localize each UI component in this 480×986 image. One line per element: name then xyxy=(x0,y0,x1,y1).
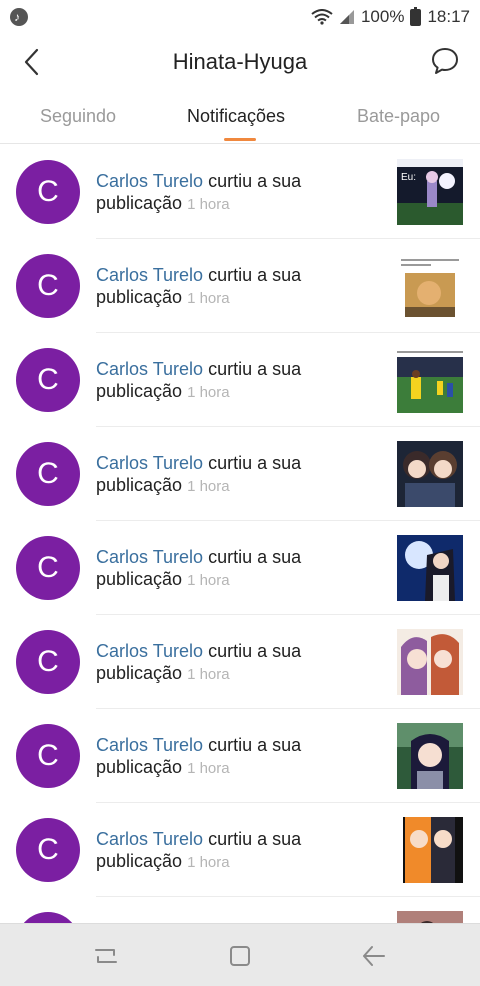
notification-item[interactable]: C Carlos Turelo curtiu a sua publicação … xyxy=(0,239,480,333)
battery-percent: 100% xyxy=(360,7,405,26)
avatar-letter: C xyxy=(37,175,59,208)
notification-list[interactable]: C Carlos Turelo curtiu a sua publicação … xyxy=(0,145,480,923)
avatar[interactable]: C xyxy=(16,348,80,412)
avatar[interactable]: C xyxy=(16,442,80,506)
username-link[interactable]: Carlos Turelo xyxy=(96,453,203,473)
avatar[interactable]: C xyxy=(16,912,80,923)
home-icon[interactable] xyxy=(226,942,254,970)
chevron-left-icon xyxy=(24,48,39,76)
notification-item[interactable]: C xyxy=(0,897,480,923)
tab-seguindo[interactable]: Seguindo xyxy=(40,106,116,127)
notification-text: Carlos Turelo curtiu a sua publicação 1 … xyxy=(96,546,381,592)
avatar-letter: C xyxy=(37,645,59,678)
object-text: publicação xyxy=(96,193,183,213)
timestamp: 1 hora xyxy=(187,760,230,777)
post-thumbnail[interactable]: Eu: xyxy=(397,159,463,225)
page-title: Hinata-Hyuga xyxy=(172,49,308,74)
username-link[interactable]: Carlos Turelo xyxy=(96,359,203,379)
signal-icon xyxy=(339,10,354,24)
post-thumbnail[interactable] xyxy=(397,347,463,413)
chat-bubble-icon xyxy=(432,48,458,74)
notification-item[interactable]: C Carlos Turelo curtiu a sua publicação … xyxy=(0,333,480,427)
timestamp: 1 hora xyxy=(187,572,230,589)
timestamp: 1 hora xyxy=(187,854,230,871)
action-text: curtiu a sua xyxy=(208,829,302,849)
notification-item[interactable]: C Carlos Turelo curtiu a sua publicação … xyxy=(0,803,480,897)
notification-text: Carlos Turelo curtiu a sua publicação 1 … xyxy=(96,640,381,686)
timestamp: 1 hora xyxy=(187,666,230,683)
notification-text: Carlos Turelo curtiu a sua publicação 1 … xyxy=(96,734,381,780)
action-text: curtiu a sua xyxy=(208,265,302,285)
timestamp: 1 hora xyxy=(187,478,230,495)
username-link[interactable]: Carlos Turelo xyxy=(96,171,203,191)
avatar-letter: C xyxy=(37,457,59,490)
object-text: publicação xyxy=(96,381,183,401)
notification-item[interactable]: C Carlos Turelo curtiu a sua publicação … xyxy=(0,145,480,239)
username-link[interactable]: Carlos Turelo xyxy=(96,829,203,849)
object-text: publicação xyxy=(96,757,183,777)
avatar[interactable]: C xyxy=(16,818,80,882)
timestamp: 1 hora xyxy=(187,290,230,307)
back-button[interactable] xyxy=(16,46,46,78)
action-text: curtiu a sua xyxy=(208,171,302,191)
active-tab-indicator xyxy=(224,138,256,141)
notification-item[interactable]: C Carlos Turelo curtiu a sua publicação … xyxy=(0,521,480,615)
action-text: curtiu a sua xyxy=(208,641,302,661)
post-thumbnail[interactable] xyxy=(397,629,463,695)
battery-icon xyxy=(410,6,422,26)
system-nav-bar xyxy=(0,923,480,986)
tab-bate-papo[interactable]: Bate-papo xyxy=(357,106,440,127)
notification-text: Carlos Turelo curtiu a sua publicação 1 … xyxy=(96,828,381,874)
avatar[interactable]: C xyxy=(16,254,80,318)
avatar-letter: C xyxy=(37,739,59,772)
action-text: curtiu a sua xyxy=(208,735,302,755)
post-thumbnail[interactable] xyxy=(397,441,463,507)
recent-apps-icon[interactable] xyxy=(92,942,120,970)
avatar[interactable]: C xyxy=(16,630,80,694)
avatar-letter: C xyxy=(37,551,59,584)
notification-item[interactable]: C Carlos Turelo curtiu a sua publicação … xyxy=(0,709,480,803)
username-link[interactable]: Carlos Turelo xyxy=(96,547,203,567)
object-text: publicação xyxy=(96,569,183,589)
avatar[interactable]: C xyxy=(16,724,80,788)
timestamp: 1 hora xyxy=(187,196,230,213)
action-text: curtiu a sua xyxy=(208,359,302,379)
wifi-icon xyxy=(311,9,333,25)
avatar-letter: C xyxy=(37,833,59,866)
notification-text: Carlos Turelo curtiu a sua publicação 1 … xyxy=(96,170,381,216)
clock: 18:17 xyxy=(427,7,470,26)
notification-item[interactable]: C Carlos Turelo curtiu a sua publicação … xyxy=(0,427,480,521)
avatar-letter: C xyxy=(37,363,59,396)
avatar[interactable]: C xyxy=(16,536,80,600)
username-link[interactable]: Carlos Turelo xyxy=(96,735,203,755)
thumb-caption: Eu: xyxy=(401,172,416,183)
status-bar: 100% 18:17 xyxy=(0,0,480,34)
notification-text: Carlos Turelo curtiu a sua publicação 1 … xyxy=(96,452,381,498)
object-text: publicação xyxy=(96,475,183,495)
action-text: curtiu a sua xyxy=(208,453,302,473)
object-text: publicação xyxy=(96,287,183,307)
notification-item[interactable]: C Carlos Turelo curtiu a sua publicação … xyxy=(0,615,480,709)
avatar[interactable]: C xyxy=(16,160,80,224)
post-thumbnail[interactable] xyxy=(397,911,463,923)
chat-button[interactable] xyxy=(430,46,462,78)
tab-bar: Seguindo Notificações Bate-papo xyxy=(0,90,480,144)
post-thumbnail[interactable] xyxy=(397,723,463,789)
post-thumbnail[interactable] xyxy=(397,817,463,883)
app-header: Hinata-Hyuga xyxy=(0,34,480,90)
notification-text: Carlos Turelo curtiu a sua publicação 1 … xyxy=(96,358,381,404)
post-thumbnail[interactable] xyxy=(397,253,463,319)
back-arrow-icon[interactable] xyxy=(360,942,388,970)
action-text: curtiu a sua xyxy=(208,547,302,567)
username-link[interactable]: Carlos Turelo xyxy=(96,265,203,285)
avatar-letter: C xyxy=(37,269,59,302)
post-thumbnail[interactable] xyxy=(397,535,463,601)
username-link[interactable]: Carlos Turelo xyxy=(96,641,203,661)
tab-notificacoes[interactable]: Notificações xyxy=(187,106,285,127)
object-text: publicação xyxy=(96,851,183,871)
notification-text: Carlos Turelo curtiu a sua publicação 1 … xyxy=(96,264,381,310)
object-text: publicação xyxy=(96,663,183,683)
music-notification-icon xyxy=(10,8,28,26)
timestamp: 1 hora xyxy=(187,384,230,401)
